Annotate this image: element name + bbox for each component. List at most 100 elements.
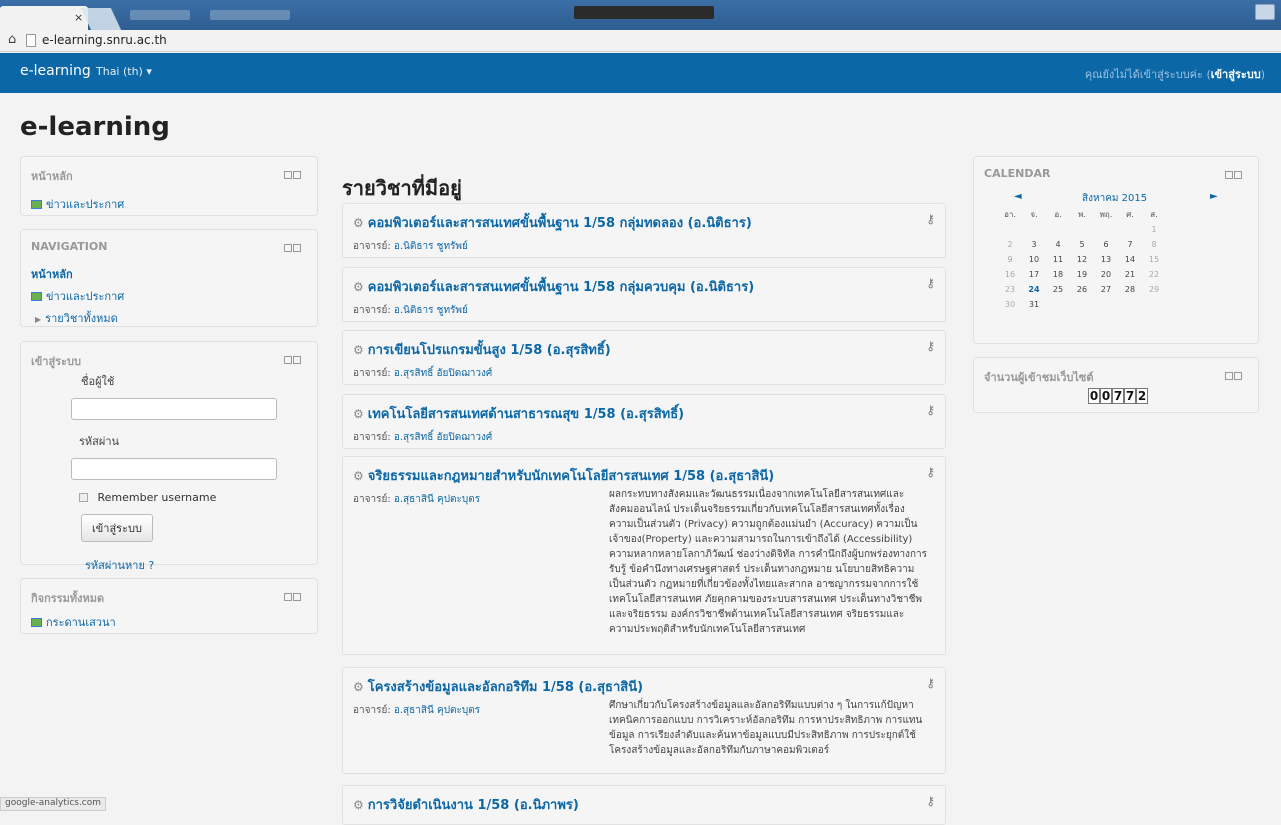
- hide-block-icon[interactable]: [284, 356, 292, 364]
- tab-close-icon[interactable]: ×: [74, 11, 83, 24]
- calendar-day[interactable]: 8: [1142, 237, 1166, 252]
- course-link[interactable]: ⚙ คอมพิวเตอร์และสารสนเทศขั้นพื้นฐาน 1/58 …: [353, 276, 935, 297]
- dock-block-icon[interactable]: [293, 593, 301, 601]
- calendar-day[interactable]: 28: [1118, 282, 1142, 297]
- teacher-link[interactable]: อ.สุรสิทธิ์ อัยปิดฌาวงศ์: [394, 368, 492, 379]
- teacher-link[interactable]: อ.สุธาสินี คุปตะบุตร: [394, 494, 480, 505]
- course-title[interactable]: คอมพิวเตอร์และสารสนเทศขั้นพื้นฐาน 1/58 ก…: [368, 216, 752, 231]
- calendar-day[interactable]: 2: [998, 237, 1022, 252]
- calendar-day[interactable]: 20: [1094, 267, 1118, 282]
- calendar-day[interactable]: 7: [1118, 237, 1142, 252]
- course-title[interactable]: คอมพิวเตอร์และสารสนเทศขั้นพื้นฐาน 1/58 ก…: [368, 280, 754, 295]
- course-title[interactable]: โครงสร้างข้อมูลและอัลกอริทึม 1/58 (อ.สุธ…: [368, 680, 643, 695]
- home-icon[interactable]: ⌂: [8, 32, 16, 47]
- course-title[interactable]: จริยธรรมและกฎหมายสำหรับนักเทคโนโลยีสารสน…: [368, 469, 774, 484]
- language-menu[interactable]: Thai (th) ▾: [96, 65, 152, 78]
- block-controls[interactable]: [283, 242, 303, 252]
- password-input[interactable]: [71, 458, 277, 480]
- calendar-month-link[interactable]: สิงหาคม 2015: [1082, 191, 1147, 206]
- calendar-day[interactable]: 31: [1022, 297, 1046, 312]
- course-link[interactable]: ⚙ การเขียนโปรแกรมขั้นสูง 1/58 (อ.สุรสิทธิ…: [353, 339, 935, 360]
- hide-block-icon[interactable]: [284, 593, 292, 601]
- counter-digit: 7: [1124, 388, 1136, 404]
- calendar-day[interactable]: 9: [998, 252, 1022, 267]
- course-link[interactable]: ⚙ การวิจัยดำเนินงาน 1/58 (อ.นิภาพร): [353, 794, 935, 815]
- dock-block-icon[interactable]: [293, 356, 301, 364]
- calendar-day[interactable]: 4: [1046, 237, 1070, 252]
- remember-checkbox[interactable]: [79, 493, 88, 502]
- teacher-link[interactable]: อ.นิติธาร ชูทรัพย์: [394, 305, 468, 316]
- site-brand-link[interactable]: e-learning: [20, 63, 91, 79]
- course-teacher: อาจารย์: อ.นิติธาร ชูทรัพย์: [353, 239, 935, 254]
- calendar-day: [1046, 222, 1070, 237]
- calendar-day[interactable]: 21: [1118, 267, 1142, 282]
- calendar-day[interactable]: 17: [1022, 267, 1046, 282]
- calendar-day[interactable]: 30: [998, 297, 1022, 312]
- login-button[interactable]: เข้าสู่ระบบ: [81, 514, 153, 542]
- navbar-login-link[interactable]: เข้าสู่ระบบ: [1211, 68, 1261, 81]
- nav-all-courses-link[interactable]: รายวิชาทั้งหมด: [45, 312, 118, 325]
- dock-block-icon[interactable]: [1234, 171, 1242, 179]
- course-link[interactable]: ⚙ เทคโนโลยีสารสนเทศด้านสาธารณสุข 1/58 (อ.…: [353, 403, 935, 424]
- dock-block-icon[interactable]: [293, 244, 301, 252]
- hide-block-icon[interactable]: [1225, 171, 1233, 179]
- news-link[interactable]: ข่าวและประกาศ: [46, 198, 124, 211]
- forgot-password-link[interactable]: รหัสผ่านหาย ?: [85, 559, 154, 572]
- calendar-day[interactable]: 15: [1142, 252, 1166, 267]
- calendar-day[interactable]: 18: [1046, 267, 1070, 282]
- calendar-prev-icon[interactable]: ◄: [1014, 191, 1022, 202]
- forum-link[interactable]: กระดานเสวนา: [46, 616, 116, 629]
- course-title[interactable]: การเขียนโปรแกรมขั้นสูง 1/58 (อ.สุรสิทธิ์…: [368, 343, 611, 358]
- calendar-day[interactable]: 6: [1094, 237, 1118, 252]
- teacher-link[interactable]: อ.สุธาสินี คุปตะบุตร: [394, 705, 480, 716]
- calendar-day[interactable]: 11: [1046, 252, 1070, 267]
- calendar-day[interactable]: 12: [1070, 252, 1094, 267]
- calendar-next-icon[interactable]: ►: [1210, 191, 1218, 202]
- calendar-day: [1118, 222, 1142, 237]
- block-controls[interactable]: [1224, 370, 1244, 380]
- calendar-day: [1142, 297, 1166, 312]
- nav-news-link[interactable]: ข่าวและประกาศ: [46, 290, 124, 303]
- calendar-day[interactable]: 25: [1046, 282, 1070, 297]
- course-item: ⚙ การวิจัยดำเนินงาน 1/58 (อ.นิภาพร) ⚷: [342, 785, 946, 825]
- course-link[interactable]: ⚙ โครงสร้างข้อมูลและอัลกอริทึม 1/58 (อ.สุ…: [353, 676, 935, 697]
- course-link[interactable]: ⚙ จริยธรรมและกฎหมายสำหรับนักเทคโนโลยีสารส…: [353, 465, 935, 486]
- course-link[interactable]: ⚙ คอมพิวเตอร์และสารสนเทศขั้นพื้นฐาน 1/58 …: [353, 212, 935, 233]
- address-bar: ⌂ e-learning.snru.ac.th: [0, 30, 1281, 52]
- calendar-day[interactable]: 26: [1070, 282, 1094, 297]
- calendar-day[interactable]: 16: [998, 267, 1022, 282]
- url-field[interactable]: e-learning.snru.ac.th: [42, 33, 167, 47]
- calendar-day[interactable]: 5: [1070, 237, 1094, 252]
- calendar-day[interactable]: 23: [998, 282, 1022, 297]
- calendar-day[interactable]: 29: [1142, 282, 1166, 297]
- block-controls[interactable]: [283, 169, 303, 179]
- nav-home-link[interactable]: หน้าหลัก: [31, 265, 307, 283]
- calendar-day[interactable]: 13: [1094, 252, 1118, 267]
- browser-tab[interactable]: ×: [0, 6, 88, 30]
- course-title[interactable]: เทคโนโลยีสารสนเทศด้านสาธารณสุข 1/58 (อ.ส…: [368, 407, 684, 422]
- calendar-day[interactable]: 14: [1118, 252, 1142, 267]
- calendar-day[interactable]: 1: [1142, 222, 1166, 237]
- window-user-button[interactable]: [1255, 4, 1275, 20]
- course-summary: ผลกระทบทางสังคมและวัฒนธรรมเนื่องจากเทคโน…: [609, 489, 927, 635]
- calendar-day[interactable]: 10: [1022, 252, 1046, 267]
- expand-arrow-icon[interactable]: ▶: [35, 315, 41, 324]
- calendar-day[interactable]: 27: [1094, 282, 1118, 297]
- teacher-link[interactable]: อ.นิติธาร ชูทรัพย์: [394, 241, 468, 252]
- calendar-weekday: พฤ.: [1099, 210, 1113, 219]
- calendar-day[interactable]: 3: [1022, 237, 1046, 252]
- dock-block-icon[interactable]: [1234, 372, 1242, 380]
- calendar-day[interactable]: 24: [1022, 282, 1046, 297]
- calendar-day[interactable]: 22: [1142, 267, 1166, 282]
- block-title: เข้าสู่ระบบ: [31, 355, 81, 368]
- dock-block-icon[interactable]: [293, 171, 301, 179]
- hide-block-icon[interactable]: [284, 244, 292, 252]
- teacher-link[interactable]: อ.สุรสิทธิ์ อัยปิดฌาวงศ์: [394, 432, 492, 443]
- block-controls[interactable]: [1224, 169, 1244, 179]
- username-input[interactable]: [71, 398, 277, 420]
- block-controls[interactable]: [283, 591, 303, 601]
- block-controls[interactable]: [283, 354, 303, 364]
- hide-block-icon[interactable]: [1225, 372, 1233, 380]
- calendar-day[interactable]: 19: [1070, 267, 1094, 282]
- hide-block-icon[interactable]: [284, 171, 292, 179]
